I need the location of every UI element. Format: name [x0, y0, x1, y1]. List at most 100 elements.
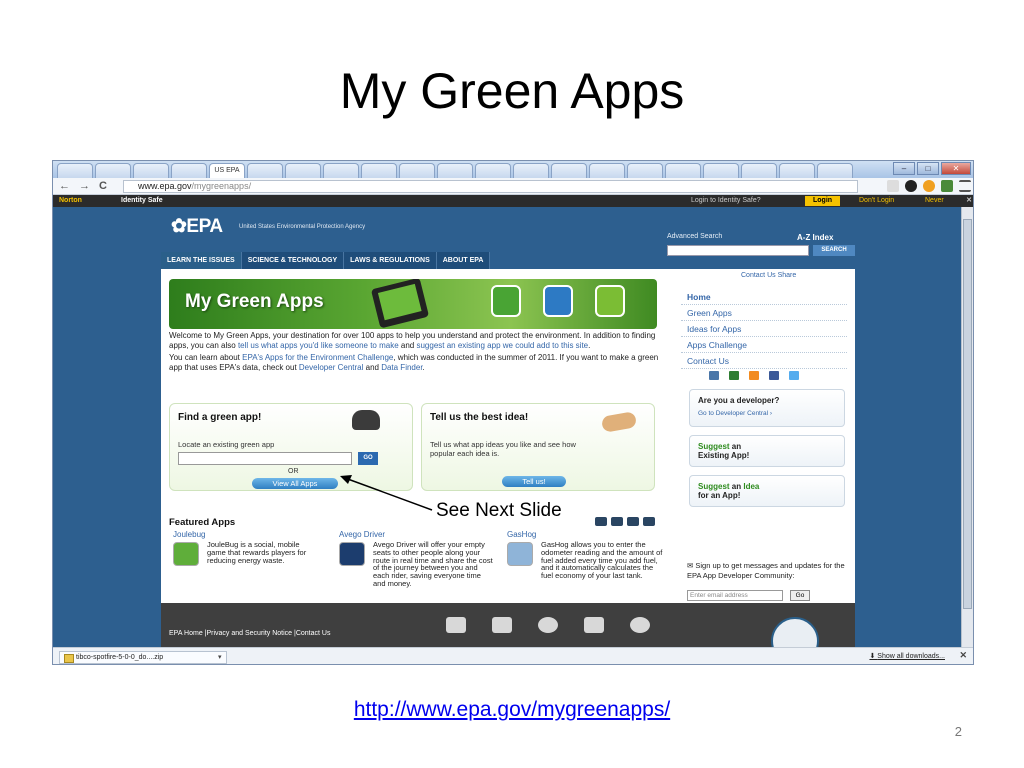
nav-laws-regulations[interactable]: LAWS & REGULATIONS: [344, 252, 437, 269]
chevron-down-icon[interactable]: ▾: [218, 652, 222, 663]
rnav-challenge[interactable]: Apps Challenge: [681, 337, 847, 353]
browser-tab[interactable]: [323, 163, 359, 178]
rss-icon[interactable]: [584, 617, 604, 633]
data-finder-link[interactable]: Data Finder: [381, 363, 422, 372]
maximize-button[interactable]: □: [917, 162, 939, 175]
rnav-green-apps[interactable]: Green Apps: [681, 305, 847, 321]
browser-tab-active[interactable]: US EPA: [209, 163, 245, 178]
nav-about-epa[interactable]: ABOUT EPA: [436, 252, 491, 269]
suggest-existing-text: Suggest an Existing App!: [698, 442, 749, 460]
browser-tab[interactable]: [437, 163, 473, 178]
pager-dot[interactable]: [627, 517, 639, 526]
delicious-icon[interactable]: [709, 371, 719, 380]
download-item[interactable]: tibco-spotfire-5-0-0_do....zip ▾: [59, 651, 227, 664]
browser-tab[interactable]: [285, 163, 321, 178]
gashog-icon[interactable]: [507, 542, 533, 566]
menu-icon[interactable]: [959, 180, 971, 192]
developer-central-link[interactable]: Go to Developer Central ›: [698, 410, 784, 417]
browser-tab[interactable]: [475, 163, 511, 178]
browser-tab[interactable]: [361, 163, 397, 178]
email-icon[interactable]: [446, 617, 466, 633]
pager-dot[interactable]: [595, 517, 607, 526]
suggest-existing-app-promo[interactable]: Suggest an Existing App!: [689, 435, 845, 467]
back-button[interactable]: ←: [59, 180, 70, 192]
browser-tab[interactable]: [779, 163, 815, 178]
extension-icon[interactable]: [941, 180, 953, 192]
reload-button[interactable]: C: [99, 180, 107, 192]
challenge-link[interactable]: EPA's Apps for the Environment Challenge: [242, 353, 393, 362]
norton-logo: Norton: [59, 197, 82, 204]
contact-share-links[interactable]: Contact Us Share: [741, 272, 796, 279]
nav-science-technology[interactable]: SCIENCE & TECHNOLOGY: [241, 252, 345, 269]
browser-tab[interactable]: [513, 163, 549, 178]
advanced-search-link[interactable]: Advanced Search: [667, 233, 722, 240]
browser-tab[interactable]: [551, 163, 587, 178]
page-scrollbar[interactable]: [961, 207, 973, 647]
browser-tab[interactable]: [133, 163, 169, 178]
twitter-icon[interactable]: [789, 371, 799, 380]
search-button[interactable]: SEARCH: [813, 245, 855, 256]
extension-icon[interactable]: [905, 180, 917, 192]
signup-go-button[interactable]: Go: [790, 590, 810, 601]
podcast-icon[interactable]: [630, 617, 650, 633]
pager-dot[interactable]: [643, 517, 655, 526]
az-index-link[interactable]: A-Z Index: [797, 233, 833, 242]
browser-window: US EPA – □ ✕ ← → C www.epa.gov/mygreenap…: [52, 160, 974, 665]
rnav-contact[interactable]: Contact Us: [681, 353, 847, 369]
rnav-ideas[interactable]: Ideas for Apps: [681, 321, 847, 337]
tell-us-button[interactable]: Tell us!: [502, 476, 566, 487]
find-app-input[interactable]: [178, 452, 352, 465]
source-link[interactable]: http://www.epa.gov/mygreenapps/: [0, 698, 1024, 722]
norton-login-button[interactable]: Login: [805, 196, 841, 206]
signup-email-input[interactable]: Enter email address: [687, 590, 783, 601]
widget-icon[interactable]: [538, 617, 558, 633]
developer-central-link[interactable]: Developer Central: [299, 363, 363, 372]
browser-tab[interactable]: [627, 163, 663, 178]
browser-tab[interactable]: [57, 163, 93, 178]
featured-app-name[interactable]: Joulebug: [173, 530, 323, 539]
phone-icon[interactable]: [492, 617, 512, 633]
browser-tab[interactable]: [399, 163, 435, 178]
avego-icon[interactable]: [339, 542, 365, 566]
show-all-downloads-link[interactable]: ⬇ Show all downloads...: [869, 652, 945, 660]
browser-tab[interactable]: [741, 163, 777, 178]
browser-tab[interactable]: [665, 163, 701, 178]
extension-icon[interactable]: [923, 180, 935, 192]
browser-tab[interactable]: [589, 163, 625, 178]
star-icon[interactable]: [887, 180, 899, 192]
joulebug-icon[interactable]: [173, 542, 199, 566]
close-window-button[interactable]: ✕: [941, 162, 971, 175]
facebook-icon[interactable]: [769, 371, 779, 380]
browser-tab[interactable]: [171, 163, 207, 178]
minimize-button[interactable]: –: [893, 162, 915, 175]
forward-button[interactable]: →: [79, 180, 90, 192]
welcome-text: Welcome to My Green Apps, your destinati…: [169, 331, 665, 375]
browser-tab[interactable]: [247, 163, 283, 178]
footer-links[interactable]: EPA Home |Privacy and Security Notice |C…: [169, 630, 330, 637]
rnav-home[interactable]: Home: [681, 289, 847, 305]
pager-dot[interactable]: [611, 517, 623, 526]
url-field[interactable]: www.epa.gov/mygreenapps/: [123, 180, 858, 193]
epa-logo[interactable]: ✿EPA: [171, 215, 223, 238]
browser-tab[interactable]: [817, 163, 853, 178]
browser-tab[interactable]: [95, 163, 131, 178]
suggest-idea-promo[interactable]: Suggest an Idea for an App!: [689, 475, 845, 507]
browser-tab[interactable]: [703, 163, 739, 178]
developer-promo-title: Are you a developer?: [698, 396, 780, 405]
developer-promo[interactable]: Are you a developer? Go to Developer Cen…: [689, 389, 845, 427]
digg-icon[interactable]: [729, 371, 739, 380]
view-all-apps-button[interactable]: View All Apps: [252, 478, 338, 489]
download-bar-close-icon[interactable]: ✕: [959, 650, 967, 661]
tell-us-link[interactable]: tell us what apps you'd like someone to …: [238, 341, 399, 350]
norton-dont-login-button[interactable]: Don't Login: [859, 195, 894, 207]
suggest-app-link[interactable]: suggest an existing app we could add to …: [416, 341, 588, 350]
featured-app-name[interactable]: Avego Driver: [339, 530, 499, 539]
featured-app-name[interactable]: GasHog: [507, 530, 667, 539]
norton-close-icon[interactable]: ✕: [966, 195, 972, 207]
scroll-thumb[interactable]: [963, 219, 972, 609]
rss-icon[interactable]: [749, 371, 759, 380]
norton-never-button[interactable]: Never: [925, 195, 944, 207]
find-app-go-button[interactable]: GO: [358, 452, 378, 465]
nav-learn-the-issues[interactable]: LEARN THE ISSUES: [161, 252, 242, 269]
search-input[interactable]: [667, 245, 809, 256]
